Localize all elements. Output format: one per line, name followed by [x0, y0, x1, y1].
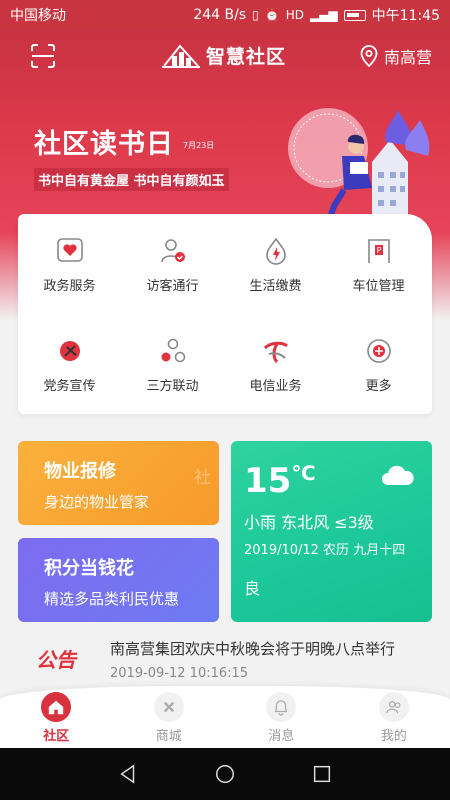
- tab-community[interactable]: 社区: [0, 686, 113, 748]
- service-utilities[interactable]: 生活缴费: [224, 224, 327, 304]
- service-telecom[interactable]: 电信业务: [224, 324, 327, 404]
- service-visitor[interactable]: 访客通行: [121, 224, 224, 304]
- service-label: 党务宣传: [43, 379, 96, 394]
- profile-icon: [378, 692, 409, 722]
- temperature: 15℃: [244, 461, 316, 501]
- back-button[interactable]: [116, 762, 140, 786]
- tab-label: 社区: [43, 729, 70, 744]
- recents-icon: [313, 765, 330, 783]
- heart-badge-icon: [56, 238, 83, 262]
- bell-icon: [266, 692, 297, 722]
- hd-icon: HD: [285, 8, 304, 22]
- weather-tile[interactable]: 15℃ 小雨 东北风 ≤3级 2019/10/12 农历 九月十四 良: [231, 441, 432, 622]
- tab-messages[interactable]: 消息: [225, 686, 338, 748]
- service-government[interactable]: 政务服务: [18, 224, 121, 304]
- status-indicators: 244 B/s ▯ ⏰ HD ▂▄▆ 中午11:45: [193, 5, 440, 25]
- telecom-icon: [263, 341, 288, 364]
- temperature-unit: ℃: [291, 461, 316, 485]
- home-icon: [41, 692, 72, 722]
- banner-subtitle: 书中自有黄金屋 书中自有颜如玉: [34, 168, 229, 191]
- recents-button[interactable]: [310, 762, 334, 786]
- notice-logo: 公告: [36, 648, 76, 672]
- repair-title: 物业报修: [44, 461, 116, 482]
- service-label: 电信业务: [249, 379, 302, 394]
- repair-deco: 社: [194, 468, 211, 488]
- notice-bar[interactable]: 公告 南高营集团欢庆中秋晚会将于明晚八点举行 2019-09-12 10:16:…: [0, 630, 450, 690]
- service-label: 三方联动: [146, 379, 199, 394]
- tab-label: 我的: [380, 729, 407, 744]
- bottom-tab-bar: 社区 商城 消息 我的: [0, 686, 450, 748]
- service-party[interactable]: 党务宣传: [18, 324, 121, 404]
- clock: 中午11:45: [371, 8, 440, 24]
- svg-text:P: P: [376, 246, 381, 255]
- reading-illustration: [288, 108, 430, 220]
- notice-time: 2019-09-12 10:16:15: [110, 666, 249, 681]
- service-more[interactable]: 更多: [327, 324, 430, 404]
- service-label: 生活缴费: [249, 279, 302, 294]
- repair-subtitle: 身边的物业管家: [44, 493, 150, 511]
- tab-label: 消息: [268, 729, 295, 744]
- service-label: 政务服务: [43, 279, 96, 294]
- link-icon: [161, 338, 185, 363]
- repair-tile[interactable]: 物业报修 身边的物业管家 社: [18, 441, 219, 525]
- back-icon: [120, 764, 135, 784]
- alarm-icon: ⏰: [264, 8, 280, 22]
- building-logo-icon: [162, 44, 200, 68]
- carrier-label: 中国移动: [10, 8, 66, 24]
- tab-mall[interactable]: 商城: [113, 686, 226, 748]
- service-label: 车位管理: [352, 279, 405, 294]
- service-tripartite[interactable]: 三方联动: [121, 324, 224, 404]
- weather-date: 2019/10/12 农历 九月十四: [244, 543, 406, 558]
- scan-icon: [31, 44, 55, 68]
- vibrate-icon: ▯: [252, 8, 259, 22]
- more-icon: [366, 339, 391, 363]
- status-bar: 中国移动 244 B/s ▯ ⏰ HD ▂▄▆ 中午11:45: [0, 0, 450, 30]
- points-title: 积分当钱花: [44, 558, 134, 579]
- banner-title: 社区读书日: [34, 129, 174, 160]
- app-title: 智慧社区: [206, 45, 287, 68]
- system-nav-bar: [0, 748, 450, 800]
- points-tile[interactable]: 积分当钱花 精选多品类利民优惠: [18, 538, 219, 622]
- service-label: 更多: [365, 379, 392, 394]
- weather-description: 小雨 东北风 ≤3级: [244, 513, 374, 532]
- service-parking[interactable]: P 车位管理: [327, 224, 430, 304]
- tab-profile[interactable]: 我的: [338, 686, 450, 748]
- parking-icon: P: [367, 239, 390, 263]
- tab-label: 商城: [155, 729, 182, 744]
- notice-text: 南高营集团欢庆中秋晚会将于明晚八点举行: [110, 640, 396, 658]
- cloud-icon: [382, 465, 414, 485]
- battery-icon: [343, 9, 366, 21]
- home-button[interactable]: [213, 762, 237, 786]
- location-label: 南高营: [383, 48, 432, 67]
- signal-icon: ▂▄▆: [309, 8, 338, 22]
- app-header: 智慧社区 南高营: [0, 30, 450, 82]
- party-icon: [59, 341, 80, 361]
- points-subtitle: 精选多品类利民优惠: [44, 590, 180, 608]
- scan-button[interactable]: [30, 43, 56, 69]
- mall-icon: [153, 692, 184, 722]
- banner-carousel[interactable]: 社区读书日 7月23日 书中自有黄金屋 书中自有颜如玉: [0, 82, 450, 232]
- app-logo: 智慧社区: [162, 40, 286, 70]
- location-selector[interactable]: 南高营: [360, 44, 432, 68]
- temperature-value: 15: [244, 461, 292, 501]
- service-label: 访客通行: [146, 279, 199, 294]
- bolt-drop-icon: [265, 237, 286, 265]
- air-quality: 良: [244, 579, 261, 598]
- banner-date: 7月23日: [183, 141, 215, 150]
- visitor-icon: [160, 239, 185, 263]
- services-grid: 政务服务 访客通行 生活缴费 P 车位管理 党务宣传 三方联动 电信业务 更多: [18, 214, 432, 414]
- network-speed: 244 B/s: [193, 7, 247, 23]
- location-pin-icon: [360, 45, 378, 67]
- home-circle-icon: [216, 765, 234, 783]
